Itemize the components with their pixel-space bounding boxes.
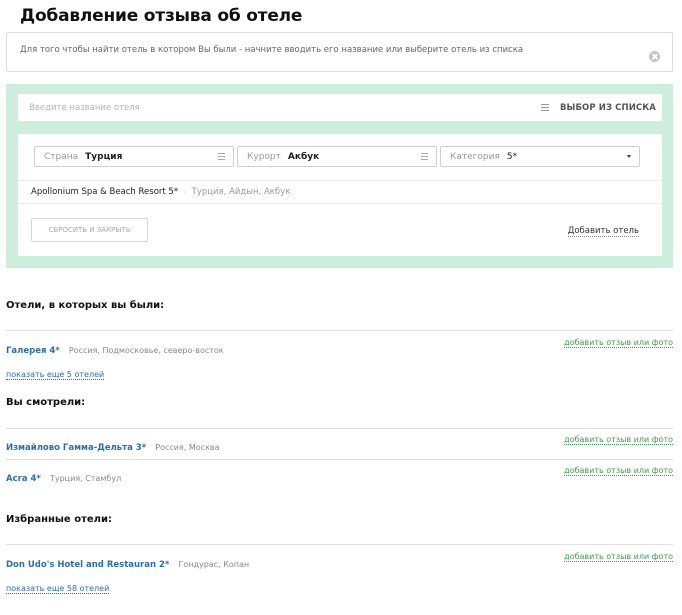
hint-box: Для того чтобы найти отель в котором Вы … — [6, 32, 673, 72]
hotel-name-link[interactable]: Don Udo's Hotel and Restauran 2* — [6, 560, 169, 570]
hotel-name-link[interactable]: Галерея 4* — [6, 346, 60, 356]
divider — [6, 428, 673, 429]
hotel-location: Турция, Стамбул — [49, 474, 122, 483]
hotel-location: Гондурас, Копан — [178, 560, 250, 569]
menu-icon — [540, 104, 549, 111]
caret-down-icon — [627, 155, 631, 158]
show-more-visited-link[interactable]: показать еще 5 отелей — [6, 370, 105, 380]
hotel-row: Acra 4* Турция, Стамбул добавить отзыв и… — [6, 466, 673, 484]
search-result-item[interactable]: Apollonium Spa & Beach Resort 5* · Турци… — [18, 180, 662, 204]
result-hotel-location: Турция, Айдын, Акбук — [191, 187, 291, 197]
country-select[interactable]: Страна Турция — [34, 146, 234, 167]
resort-label: Курорт — [247, 151, 281, 162]
country-label: Страна — [44, 151, 79, 162]
divider — [6, 330, 673, 331]
category-label: Категория — [450, 151, 500, 162]
resort-value: Акбук — [287, 151, 320, 162]
hotel-name-link[interactable]: Измайлово Гамма-Дельта 3* — [6, 443, 146, 453]
hotel-row: Don Udo's Hotel and Restauran 2* Гондура… — [6, 552, 673, 570]
reset-and-close-button[interactable]: СБРОСИТЬ И ЗАКРЫТЬ — [31, 218, 148, 242]
filter-card: Страна Турция Курорт Акбук Категория 5* … — [18, 134, 662, 256]
section-heading-favorites: Избранные отели: — [6, 514, 112, 525]
search-bar: ВЫБОР ИЗ СПИСКА — [18, 94, 662, 121]
hotel-search-panel: ВЫБОР ИЗ СПИСКА Страна Турция Курорт Акб… — [6, 84, 673, 268]
hotel-location: Россия, Подмосковье, северо-восток — [68, 346, 224, 355]
hint-text: Для того чтобы найти отель в котором Вы … — [20, 45, 524, 55]
hotel-search-input[interactable] — [18, 94, 478, 121]
list-select-label: ВЫБОР ИЗ СПИСКА — [559, 102, 656, 113]
country-value: Турция — [85, 151, 123, 162]
divider — [6, 459, 673, 460]
hotel-location: Россия, Москва — [155, 443, 220, 452]
add-review-link[interactable]: добавить отзыв или фото — [564, 435, 673, 445]
menu-icon — [421, 153, 428, 160]
result-separator: · — [183, 187, 186, 197]
add-review-link[interactable]: добавить отзыв или фото — [564, 338, 673, 348]
page-title: Добавление отзыва об отеле — [20, 6, 303, 26]
add-review-link[interactable]: добавить отзыв или фото — [564, 466, 673, 476]
section-heading-visited: Отели, в которых вы были: — [6, 300, 165, 311]
close-icon[interactable] — [649, 51, 660, 62]
hotel-row: Измайлово Гамма-Дельта 3* Россия, Москва… — [6, 435, 673, 453]
resort-select[interactable]: Курорт Акбук — [237, 146, 437, 167]
menu-icon — [218, 153, 225, 160]
hotel-row: Галерея 4* Россия, Подмосковье, северо-в… — [6, 338, 673, 356]
category-value: 5* — [506, 151, 518, 162]
hotel-name-link[interactable]: Acra 4* — [6, 474, 41, 484]
divider — [6, 544, 673, 545]
add-hotel-link[interactable]: Добавить отель — [567, 226, 639, 237]
category-select[interactable]: Категория 5* — [440, 146, 640, 167]
list-select-button[interactable]: ВЫБОР ИЗ СПИСКА — [540, 94, 656, 121]
section-heading-viewed: Вы смотрели: — [6, 397, 86, 408]
add-review-link[interactable]: добавить отзыв или фото — [564, 552, 673, 562]
show-more-favorites-link[interactable]: показать еще 58 отелей — [6, 584, 110, 594]
result-hotel-name: Apollonium Spa & Beach Resort 5* — [31, 187, 179, 197]
